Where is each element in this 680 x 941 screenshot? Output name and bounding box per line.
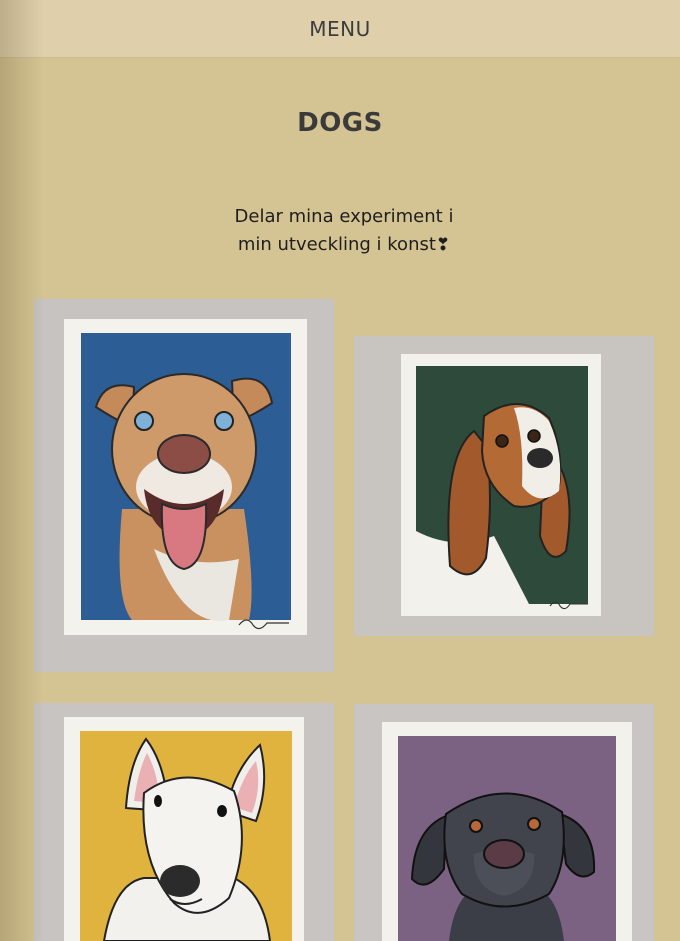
gallery-image-basset-hound[interactable]: [354, 336, 654, 636]
intro-line-2: min utveckling i konst: [237, 234, 436, 255]
bull-terrier-painting: [34, 703, 334, 941]
gallery-image-bull-terrier[interactable]: [34, 703, 334, 941]
top-menu-bar: MENU: [0, 0, 680, 58]
menu-button[interactable]: MENU: [309, 17, 371, 41]
black-labrador-painting: [354, 704, 654, 941]
heart-icon: ❣: [435, 235, 451, 255]
pitbull-painting: [34, 299, 334, 672]
gallery-image-pitbull[interactable]: [34, 299, 334, 672]
intro-text: Delar mina experiment i min utveckling i…: [200, 203, 488, 259]
page-title: DOGS: [297, 108, 383, 138]
intro-line-1: Delar mina experiment i: [234, 206, 454, 227]
gallery-image-black-labrador[interactable]: [354, 704, 654, 941]
basset-hound-painting: [354, 336, 654, 636]
